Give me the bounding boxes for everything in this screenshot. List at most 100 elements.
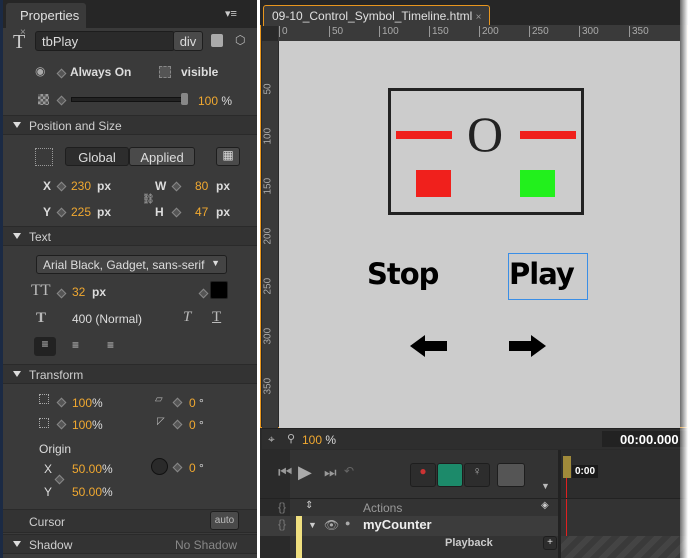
- settings-icon[interactable]: ⬡: [235, 33, 245, 47]
- y-unit[interactable]: px: [97, 205, 111, 219]
- scale-y-value[interactable]: 100: [72, 418, 92, 432]
- keyframe-diamond[interactable]: [56, 68, 67, 79]
- document-tab[interactable]: 09-10_Control_Symbol_Timeline.html ×: [263, 5, 490, 26]
- green-square[interactable]: [520, 170, 555, 197]
- section-transform[interactable]: Transform: [3, 364, 257, 384]
- scale-x-value[interactable]: 100: [72, 396, 92, 410]
- play-button[interactable]: Play: [508, 253, 588, 300]
- align-right-icon[interactable]: ≡: [107, 338, 114, 352]
- ruler-tick-label: 250: [262, 277, 274, 295]
- display-select[interactable]: Always On: [70, 65, 131, 79]
- tag-select[interactable]: div: [173, 31, 203, 51]
- opacity-slider-handle[interactable]: [181, 93, 188, 105]
- add-playback-icon[interactable]: +: [543, 536, 557, 550]
- left-arrow-button[interactable]: [410, 335, 425, 357]
- x-value[interactable]: 230: [71, 179, 91, 193]
- skew-x-value[interactable]: 0: [189, 396, 196, 410]
- chevron-down-icon[interactable]: ▼: [541, 481, 550, 491]
- horizontal-ruler: 0 50 100 150 200 250 300 350: [278, 25, 680, 41]
- font-weight-icon: T: [36, 310, 47, 326]
- height-unit[interactable]: px: [216, 205, 230, 219]
- pin-icon[interactable]: ♀: [464, 463, 490, 487]
- section-position-and-size[interactable]: Position and Size: [3, 115, 257, 135]
- counter-text[interactable]: O: [460, 107, 510, 161]
- ruler-tick-label: 300: [262, 327, 274, 345]
- auto-keyframe-icon[interactable]: ●: [410, 463, 436, 487]
- font-family-select[interactable]: Arial Black, Gadget, sans-serif ▼: [36, 255, 227, 274]
- font-size-value[interactable]: 32: [72, 285, 85, 299]
- symbol-name[interactable]: myCounter: [363, 517, 432, 532]
- overflow-icon: [159, 66, 171, 78]
- skew-y-value[interactable]: 0: [189, 418, 196, 432]
- opacity-value[interactable]: 100: [198, 94, 218, 108]
- origin-y-value[interactable]: 50.00: [72, 485, 102, 499]
- shadow-value: No Shadow: [175, 538, 238, 552]
- x-unit[interactable]: px: [97, 179, 111, 193]
- eye-icon[interactable]: 👁: [324, 518, 339, 532]
- width-unit[interactable]: px: [216, 179, 230, 193]
- play-icon[interactable]: ▶: [298, 462, 312, 483]
- global-button[interactable]: Global: [65, 147, 129, 166]
- origin-grid-icon[interactable]: [35, 148, 53, 166]
- easing-icon[interactable]: [497, 463, 525, 487]
- section-title: Cursor: [29, 515, 66, 529]
- ruler-tick-label: 0: [279, 26, 288, 37]
- red-bar-left[interactable]: [396, 131, 452, 139]
- section-title: Shadow: [29, 538, 73, 552]
- text-element-icon: T: [13, 31, 26, 53]
- red-square[interactable]: [416, 170, 451, 197]
- braces-icon[interactable]: {}: [278, 500, 286, 514]
- panel-title: Properties: [20, 8, 80, 23]
- current-time[interactable]: 00:00.000: [620, 432, 679, 447]
- element-name-input[interactable]: tbPlay: [35, 31, 175, 51]
- properties-tab[interactable]: Properties ×: [6, 3, 86, 38]
- lock-dot-icon[interactable]: ●: [345, 518, 350, 528]
- opacity-slider[interactable]: [71, 97, 186, 102]
- expand-triangle-icon[interactable]: ▼: [308, 520, 317, 530]
- rotate-value[interactable]: 0: [189, 461, 196, 475]
- add-action-icon[interactable]: ◈: [541, 500, 549, 511]
- applied-button[interactable]: Applied: [129, 147, 195, 166]
- zoom-value[interactable]: 100: [302, 433, 322, 447]
- actions-row-label[interactable]: Actions: [363, 501, 402, 515]
- italic-icon[interactable]: T: [183, 309, 191, 326]
- panel-menu-icon[interactable]: ▾≡: [225, 7, 237, 20]
- stop-button[interactable]: Stop: [367, 257, 439, 291]
- play-label: Play: [509, 257, 575, 291]
- right-arrow-button[interactable]: [509, 341, 532, 351]
- rotate-dial-icon[interactable]: [151, 458, 168, 475]
- auto-transition-icon[interactable]: [437, 463, 463, 487]
- keyframe-diamond[interactable]: [56, 95, 67, 106]
- playback-label: Playback: [445, 537, 493, 549]
- section-text[interactable]: Text: [3, 226, 257, 246]
- crosshair-icon[interactable]: ⌖: [268, 432, 275, 447]
- font-size-unit[interactable]: px: [92, 285, 106, 299]
- y-value[interactable]: 225: [71, 205, 91, 219]
- stage-canvas[interactable]: O Stop Play: [279, 41, 680, 428]
- go-to-end-icon[interactable]: ⏭: [324, 464, 337, 481]
- zoom-icon[interactable]: ⚲: [287, 432, 295, 445]
- playhead-handle[interactable]: [563, 456, 571, 478]
- align-center-icon[interactable]: ≡: [72, 338, 79, 352]
- display-icon: ◉: [35, 64, 46, 78]
- braces-icon[interactable]: {}: [278, 517, 286, 531]
- class-icon[interactable]: [211, 34, 223, 47]
- collapse-icon[interactable]: ⇕: [305, 500, 313, 511]
- go-to-start-icon[interactable]: ⏮: [278, 464, 292, 482]
- text-color-swatch[interactable]: [210, 281, 228, 299]
- close-icon[interactable]: ×: [476, 12, 482, 23]
- width-value[interactable]: 80: [195, 179, 208, 193]
- ruler-tick-label: 350: [262, 377, 274, 395]
- origin-x-value[interactable]: 50.00: [72, 462, 102, 476]
- height-value[interactable]: 47: [195, 205, 208, 219]
- underline-icon[interactable]: T: [212, 309, 221, 326]
- link-dimensions-icon[interactable]: ⛓: [142, 194, 155, 205]
- red-bar-right[interactable]: [520, 131, 576, 139]
- undo-icon[interactable]: ↶: [344, 464, 354, 478]
- overflow-select[interactable]: visible: [181, 65, 218, 79]
- cursor-select[interactable]: auto: [210, 511, 239, 530]
- font-weight-select[interactable]: 400 (Normal): [72, 312, 142, 326]
- units-icon[interactable]: ▦: [216, 147, 240, 166]
- align-left-icon[interactable]: ≡: [34, 337, 56, 356]
- playhead-time: 0:00: [572, 465, 599, 478]
